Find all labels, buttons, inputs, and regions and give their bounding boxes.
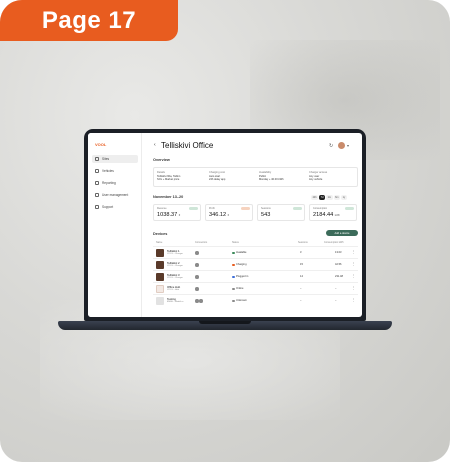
device-thumbnail: [156, 297, 164, 305]
table-row[interactable]: Telliskivi 3 VOOL • Charger Plugged in 1…: [153, 270, 358, 282]
sidebar-item-label: Sites: [102, 157, 110, 161]
overview-panel: Details Telliskivi 60a, Tallinn SOL + Mar…: [153, 167, 358, 187]
laptop-screen: VOOL Sites Vehicles Reporting User manag…: [88, 133, 362, 317]
avatar[interactable]: [338, 142, 345, 149]
status-badge: Charging: [236, 263, 247, 266]
status-badge: Plugged in: [236, 275, 249, 278]
more-icon[interactable]: ⋮: [352, 250, 356, 254]
page-card: Page 17 VOOL Sites Vehicles Reporting Us…: [0, 0, 450, 462]
device-thumbnail: [156, 249, 164, 257]
trend-badge: [241, 207, 250, 210]
trend-badge: [293, 207, 302, 210]
sidebar-item-label: Reporting: [102, 181, 116, 185]
overview-charger-access: Charger access Any user Any vehicle: [309, 171, 328, 182]
overview-heading: Overview: [153, 158, 170, 162]
add-device-button[interactable]: Add a device: [326, 230, 358, 236]
main-content: ‹ Telliskivi Office ↻ ▾ Overview Details…: [143, 133, 362, 317]
connector-icon: [195, 263, 199, 267]
page-title: Telliskivi Office: [161, 141, 214, 150]
sidebar-item-support[interactable]: Support: [92, 203, 138, 211]
status-badge: Online: [236, 287, 244, 290]
sidebar-item-label: Support: [102, 205, 114, 209]
status-dot: [232, 251, 235, 255]
sites-icon: [95, 157, 99, 161]
overview-charging-cost: Charging cost Auto start 24h delay app: [209, 171, 226, 182]
sidebar-item-sites[interactable]: Sites: [92, 155, 138, 163]
device-thumbnail: [156, 285, 164, 293]
users-icon: [95, 193, 99, 197]
table-row[interactable]: Telliskivi 1 VOOL • Charger Available 3 …: [153, 246, 358, 258]
overview-details: Details Telliskivi 60a, Tallinn SOL + Mar…: [157, 171, 181, 182]
status-dot: [232, 275, 235, 279]
sidebar-item-reporting[interactable]: Reporting: [92, 179, 138, 187]
more-icon[interactable]: ⋮: [352, 298, 356, 302]
connector-icon: [199, 299, 203, 303]
table-row[interactable]: Testing ENSE • Model m Unknown – – ⋮: [153, 294, 358, 306]
column-header: Connectors: [195, 241, 208, 244]
trend-badge: [345, 207, 354, 210]
devices-heading: Devices: [153, 232, 168, 236]
range-selector: 24h 7d 1m 6m 1y: [311, 195, 347, 200]
stat-revenue: Revenue 1038.37 €: [153, 204, 201, 221]
laptop-hinge: [199, 321, 251, 324]
connector-icon: [195, 251, 199, 255]
device-thumbnail: [156, 273, 164, 281]
column-header[interactable]: Name: [156, 241, 162, 244]
trend-badge: [189, 207, 198, 210]
column-header: Sessions: [298, 241, 308, 244]
reporting-icon: [95, 181, 99, 185]
status-badge: Unknown: [236, 299, 247, 302]
sidebar-item-label: User management: [102, 193, 129, 197]
sidebar-item-user-management[interactable]: User management: [92, 191, 138, 199]
stat-profit: Profit 346.12 €: [205, 204, 253, 221]
range-option[interactable]: 6m: [333, 195, 341, 200]
connector-icon: [195, 299, 199, 303]
table-row[interactable]: Telliskivi 2 VOOL • Charger Charging 15 …: [153, 258, 358, 270]
refresh-icon[interactable]: ↻: [329, 143, 333, 149]
range-option[interactable]: 1y: [341, 195, 347, 200]
range-option[interactable]: 24h: [311, 195, 319, 200]
column-header: Consumption kWh: [324, 241, 344, 244]
device-thumbnail: [156, 261, 164, 269]
more-icon[interactable]: ⋮: [352, 286, 356, 290]
vehicle-icon: [95, 169, 99, 173]
app-logo: VOOL: [95, 142, 107, 147]
sidebar: VOOL Sites Vehicles Reporting User manag…: [88, 133, 142, 317]
table-row[interactable]: Office Hub VOOL • Hub Online – – ⋮: [153, 282, 358, 294]
connector-icon: [195, 287, 199, 291]
chevron-down-icon[interactable]: ▾: [347, 143, 349, 148]
status-dot: [232, 287, 235, 291]
stat-consumption: Consumption 2184.44 kWh: [309, 204, 357, 221]
range-option[interactable]: 1m: [326, 195, 333, 200]
status-dot: [232, 263, 235, 267]
range-option-selected[interactable]: 7d: [319, 195, 326, 200]
status-dot: [232, 299, 235, 303]
page-badge: Page 17: [0, 0, 178, 41]
sidebar-item-label: Vehicles: [102, 169, 114, 173]
support-icon: [95, 205, 99, 209]
more-icon[interactable]: ⋮: [352, 274, 356, 278]
column-header: Status: [232, 241, 239, 244]
back-icon[interactable]: ‹: [154, 142, 156, 148]
stat-sessions: Sessions 543: [257, 204, 305, 221]
overview-availability: Availability Public Monday + 40.00 kWh: [259, 171, 284, 182]
connector-icon: [195, 275, 199, 279]
sidebar-item-vehicles[interactable]: Vehicles: [92, 167, 138, 175]
more-icon[interactable]: ⋮: [352, 262, 356, 266]
status-badge: Available: [236, 251, 247, 254]
period-heading: November 13–20: [153, 195, 184, 199]
